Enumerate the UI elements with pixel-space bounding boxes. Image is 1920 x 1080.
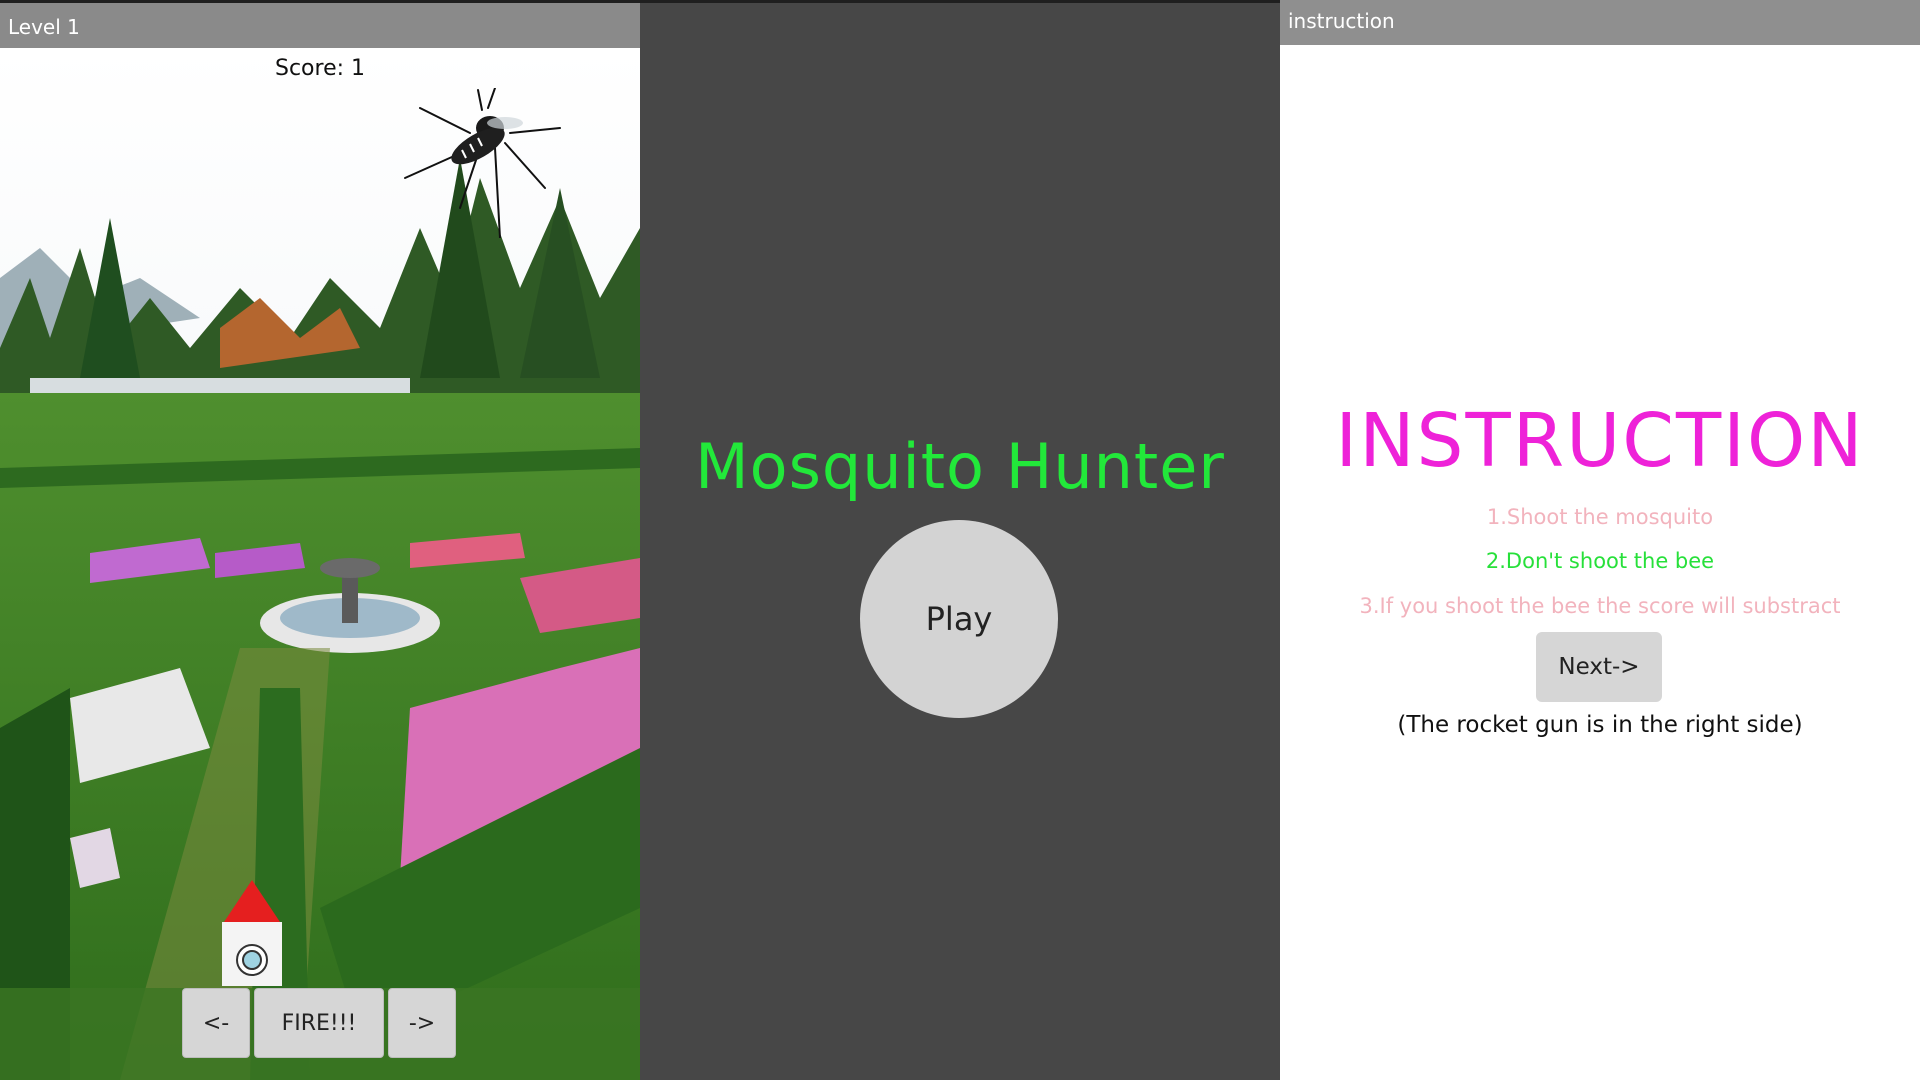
control-bar: <- FIRE!!! -> xyxy=(182,988,456,1058)
move-left-button[interactable]: <- xyxy=(182,988,250,1058)
title-screen: Mosquito Hunter Play xyxy=(640,0,1280,1080)
screenshot-collage: Level 1 Score: 1 <- FIRE!!! -> Mosquito … xyxy=(0,0,1920,1080)
score-label: Score: 1 xyxy=(274,56,366,81)
move-right-button[interactable]: -> xyxy=(388,988,456,1058)
instruction-titlebar: instruction xyxy=(1280,0,1920,45)
mosquito-icon xyxy=(404,88,561,238)
rocket-note: (The rocket gun is in the right side) xyxy=(1397,712,1803,738)
game-screen: Level 1 Score: 1 <- FIRE!!! -> xyxy=(0,0,640,1080)
game-titlebar: Level 1 xyxy=(0,0,640,48)
game-title: Mosquito Hunter xyxy=(695,430,1225,503)
title-topbar xyxy=(640,0,1280,48)
instruction-heading: INSTRUCTION xyxy=(1335,398,1865,484)
instruction-screen: instruction INSTRUCTION 1.Shoot the mosq… xyxy=(1280,0,1920,1080)
rocket-gun-icon xyxy=(222,880,282,986)
rule-3: 3.If you shoot the bee the score will su… xyxy=(1359,594,1841,618)
next-button[interactable]: Next-> xyxy=(1536,632,1662,702)
play-button[interactable]: Play xyxy=(860,520,1058,718)
fire-button[interactable]: FIRE!!! xyxy=(254,988,384,1058)
rule-1: 1.Shoot the mosquito xyxy=(1486,505,1714,529)
rule-2: 2.Don't shoot the bee xyxy=(1485,549,1715,573)
